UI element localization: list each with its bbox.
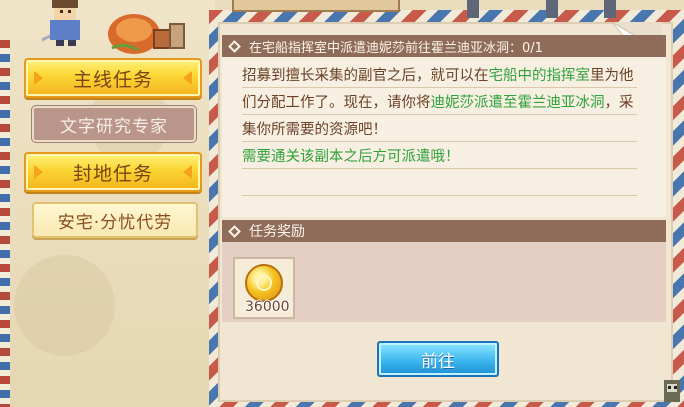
- top-title-tab: [232, 0, 400, 12]
- reward-title-bar: 任务奖励: [222, 220, 666, 242]
- menu-label: 安宅·分忧代劳: [57, 212, 173, 233]
- quest-requirement-note: 需要通关该副本之后方可派遣哦！: [242, 149, 460, 165]
- quest-description-area: 招募到擅长采集的副官之后，就可以在宅船中的指挥室里为他们分配工作了。现在，请你将…: [222, 57, 666, 217]
- gold-coin-icon: [245, 264, 283, 302]
- arrow-right-icon: [183, 165, 192, 179]
- reward-count: 36000: [245, 299, 290, 315]
- frame-notch: [467, 0, 479, 18]
- reward-area: 36000: [222, 242, 666, 322]
- menu-label: 封地任务: [72, 162, 153, 185]
- menu-text-research-button[interactable]: 文字研究专家: [32, 106, 196, 142]
- quest-title-bar: 在宅船指挥室中派遣迪妮莎前往霍兰迪亚冰洞：0/1: [222, 35, 666, 57]
- backpack-sprite-icon: [108, 14, 185, 54]
- desc-text: 招募到擅长采集的副官之后，就可以在: [242, 68, 489, 84]
- ruled-line: [242, 195, 637, 196]
- character-sprite-icon: [41, 0, 80, 46]
- go-button[interactable]: 前往: [377, 341, 499, 377]
- arrow-right-icon: [183, 71, 192, 85]
- reward-title: 任务奖励: [249, 224, 305, 240]
- frame-notch: [546, 0, 558, 18]
- menu-label: 主线任务: [72, 68, 153, 91]
- corner-robot-sprite-icon: [664, 380, 680, 402]
- menu-home-assist-button[interactable]: 安宅·分忧代劳: [32, 202, 198, 238]
- quest-title: 在宅船指挥室中派遣迪妮莎前往霍兰迪亚冰洞：0/1: [249, 40, 543, 56]
- go-button-label: 前往: [421, 351, 455, 372]
- frame-notch: [604, 0, 616, 18]
- menu-label: 文字研究专家: [60, 116, 168, 137]
- diamond-bullet-icon: [228, 39, 241, 53]
- desc-highlight: 宅船中的指挥室: [488, 68, 591, 84]
- arrow-left-icon: [34, 165, 43, 179]
- menu-main-quest-button[interactable]: 主线任务: [24, 58, 202, 98]
- quest-description: 招募到擅长采集的副官之后，就可以在宅船中的指挥室里为他们分配工作了。现在，请你将…: [242, 63, 642, 171]
- reward-item-slot[interactable]: 36000: [233, 257, 295, 319]
- arrow-left-icon: [34, 71, 43, 85]
- desc-highlight: 迪妮莎派遣至霍兰迪亚冰洞: [430, 95, 605, 111]
- left-striped-border: [0, 40, 10, 407]
- menu-fief-quest-button[interactable]: 封地任务: [24, 152, 202, 192]
- diamond-bullet-icon: [228, 224, 241, 238]
